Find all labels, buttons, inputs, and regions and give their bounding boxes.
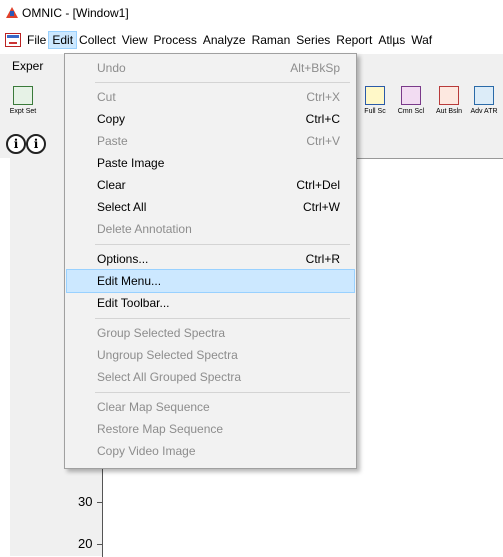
title-bar: OMNIC - [Window1] xyxy=(0,0,503,26)
menu-item-group-selected-spectra[interactable]: Group Selected Spectra xyxy=(67,322,354,344)
menu-item-copy-video-image[interactable]: Copy Video Image xyxy=(67,440,354,462)
advanced-atr-icon xyxy=(474,86,494,105)
toolbar-expt-set-button[interactable]: Expt Set xyxy=(2,81,44,125)
y-tick-label: 20 xyxy=(78,536,93,551)
menu-item-select-all-grouped-spectra[interactable]: Select All Grouped Spectra xyxy=(67,366,354,388)
toolbar-adv-atr-button[interactable]: Adv ATR xyxy=(463,81,503,125)
menu-item-edit-toolbar[interactable]: Edit Toolbar... xyxy=(67,292,354,314)
omnic-logo-icon xyxy=(6,7,18,18)
menu-collect[interactable]: Collect xyxy=(76,32,119,48)
menu-item-copy[interactable]: Copy Ctrl+C xyxy=(67,108,354,130)
menu-raman[interactable]: Raman xyxy=(249,32,294,48)
menu-waf[interactable]: Waf xyxy=(408,32,435,48)
full-scale-icon xyxy=(365,86,385,105)
menu-report[interactable]: Report xyxy=(333,32,375,48)
info-button[interactable]: i xyxy=(26,134,46,154)
auto-baseline-icon xyxy=(439,86,459,105)
menu-item-clear-map-sequence[interactable]: Clear Map Sequence xyxy=(67,396,354,418)
menu-atlus[interactable]: Atlµs xyxy=(375,32,408,48)
menu-item-clear[interactable]: Clear Ctrl+Del xyxy=(67,174,354,196)
menu-item-paste-image[interactable]: Paste Image xyxy=(67,152,354,174)
menu-analyze[interactable]: Analyze xyxy=(200,32,249,48)
edit-menu-dropdown: Undo Alt+BkSp Cut Ctrl+X Copy Ctrl+C Pas… xyxy=(64,53,357,469)
menu-item-restore-map-sequence[interactable]: Restore Map Sequence xyxy=(67,418,354,440)
menu-edit[interactable]: Edit xyxy=(48,31,78,49)
toolbar-label: Expt Set xyxy=(9,108,37,115)
menu-item-ungroup-selected-spectra[interactable]: Ungroup Selected Spectra xyxy=(67,344,354,366)
y-tick-label: 30 xyxy=(78,494,93,509)
menu-separator xyxy=(95,392,350,393)
experiment-setup-icon xyxy=(13,86,33,105)
menu-view[interactable]: View xyxy=(119,32,151,48)
menu-item-undo[interactable]: Undo Alt+BkSp xyxy=(67,57,354,79)
experiment-label[interactable]: Exper xyxy=(12,59,43,73)
menu-process[interactable]: Process xyxy=(151,32,200,48)
info-button[interactable]: i xyxy=(6,134,26,154)
menu-item-options[interactable]: Options... Ctrl+R xyxy=(67,248,354,270)
menu-item-delete-annotation[interactable]: Delete Annotation xyxy=(67,218,354,240)
window-system-icon[interactable] xyxy=(5,33,21,47)
toolbar-label: Adv ATR xyxy=(470,108,498,115)
window-title: OMNIC - [Window1] xyxy=(22,6,129,20)
menu-item-paste[interactable]: Paste Ctrl+V xyxy=(67,130,354,152)
menu-series[interactable]: Series xyxy=(293,32,333,48)
menu-bar: File Edit Collect View Process Analyze R… xyxy=(0,26,503,54)
menu-item-cut[interactable]: Cut Ctrl+X xyxy=(67,86,354,108)
menu-item-edit-menu[interactable]: Edit Menu... xyxy=(66,269,355,293)
toolbar-label: Cmn Scl xyxy=(397,108,425,115)
y-tick-mark xyxy=(97,502,102,503)
menu-item-select-all[interactable]: Select All Ctrl+W xyxy=(67,196,354,218)
y-tick-mark xyxy=(97,544,102,545)
common-scale-icon xyxy=(401,86,421,105)
menu-separator xyxy=(95,82,350,83)
menu-separator xyxy=(95,318,350,319)
menu-file[interactable]: File xyxy=(24,32,49,48)
menu-separator xyxy=(95,244,350,245)
toolbar-common-scale-button[interactable]: Cmn Scl xyxy=(390,81,432,125)
